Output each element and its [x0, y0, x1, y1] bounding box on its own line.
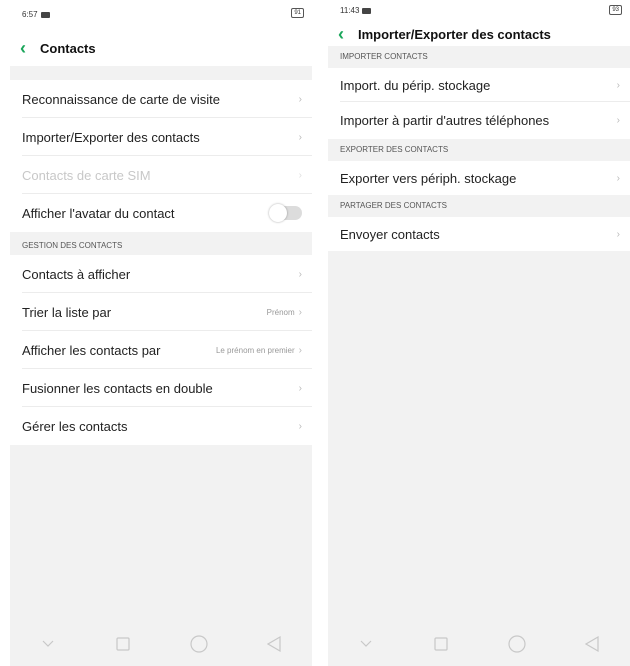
- row-sort-list-by[interactable]: Trier la liste par Prénom ›: [10, 293, 312, 331]
- row-label: Reconnaissance de carte de visite: [22, 91, 221, 107]
- chevron-right-icon: ›: [298, 93, 302, 105]
- back-chevron-icon[interactable]: ‹: [338, 25, 358, 43]
- row-import-from-storage[interactable]: Import. du périp. stockage ›: [328, 68, 630, 102]
- row-label: Fusionner les contacts en double: [22, 380, 213, 396]
- square-icon[interactable]: [103, 629, 143, 659]
- row-label: Exporter vers périph. stockage: [340, 170, 517, 186]
- row-label: Importer à partir d'autres téléphones: [340, 113, 550, 128]
- row-label: Contacts de carte SIM: [22, 167, 151, 183]
- status-bar: 6:57 91: [10, 0, 312, 30]
- row-value: Le prénom en premier: [215, 345, 295, 355]
- page-title: Importer/Exporter des contacts: [358, 26, 551, 42]
- toggle-knob: [269, 204, 287, 222]
- chevron-down-icon[interactable]: [28, 629, 68, 659]
- chevron-down-icon[interactable]: [346, 629, 386, 659]
- status-time-text: 6:57: [22, 10, 38, 19]
- notification-icon: [40, 11, 50, 18]
- chevron-right-icon: ›: [298, 420, 302, 432]
- row-import-export-contacts[interactable]: Importer/Exporter des contacts ›: [10, 118, 312, 156]
- title-bar: ‹ Contacts: [10, 30, 312, 66]
- chevron-right-icon: ›: [298, 268, 302, 280]
- title-bar: ‹ Importer/Exporter des contacts: [328, 22, 630, 46]
- row-show-avatar: Afficher l'avatar du contact: [10, 194, 312, 232]
- row-label: Afficher l'avatar du contact: [22, 205, 175, 221]
- row-value: Prénom: [266, 307, 295, 317]
- row-label: Import. du périp. stockage: [340, 77, 491, 93]
- status-time: 6:57: [22, 10, 50, 19]
- chevron-right-icon: ›: [298, 344, 302, 356]
- system-nav-bar: [10, 622, 312, 666]
- section-header-share: PARTAGER DES CONTACTS: [328, 195, 630, 217]
- row-import-from-other-phones[interactable]: Importer à partir d'autres téléphones ›: [328, 102, 630, 139]
- row-display-contacts-by[interactable]: Afficher les contacts par Le prénom en p…: [10, 331, 312, 369]
- chevron-right-icon: ›: [616, 172, 620, 184]
- row-export-to-storage[interactable]: Exporter vers périph. stockage ›: [328, 161, 630, 195]
- chevron-right-icon: ›: [616, 115, 620, 126]
- chevron-right-icon: ›: [616, 79, 620, 91]
- row-send-contacts[interactable]: Envoyer contacts ›: [328, 217, 630, 251]
- row-merge-duplicates[interactable]: Fusionner les contacts en double ›: [10, 369, 312, 407]
- section-header-export: EXPORTER DES CONTACTS: [328, 139, 630, 161]
- page-title: Contacts: [40, 40, 96, 56]
- row-label: Trier la liste par: [22, 304, 112, 320]
- circle-icon[interactable]: [497, 629, 537, 659]
- row-label: Afficher les contacts par: [22, 342, 161, 358]
- row-label: Envoyer contacts: [340, 226, 440, 242]
- battery-icon: 91: [291, 8, 304, 18]
- chevron-right-icon: ›: [298, 306, 302, 318]
- spacer: [10, 66, 312, 80]
- row-sim-contacts: Contacts de carte SIM ›: [10, 156, 312, 194]
- section-header-import: IMPORTER CONTACTS: [328, 46, 630, 68]
- import-export-screen: 11:43 93 ‹ Importer/Exporter des contact…: [328, 0, 630, 666]
- status-time-text: 11:43: [340, 6, 360, 15]
- row-label: Contacts à afficher: [22, 266, 131, 282]
- chevron-right-icon: ›: [298, 382, 302, 394]
- chevron-right-icon: ›: [298, 169, 302, 181]
- triangle-back-icon[interactable]: [572, 629, 612, 659]
- back-chevron-icon[interactable]: ‹: [20, 39, 40, 57]
- avatar-toggle[interactable]: [269, 204, 302, 222]
- status-time: 11:43: [340, 6, 372, 15]
- notification-icon: [362, 7, 372, 14]
- row-contacts-to-display[interactable]: Contacts à afficher ›: [10, 255, 312, 293]
- battery-icon: 93: [609, 5, 622, 15]
- circle-icon[interactable]: [179, 629, 219, 659]
- row-business-card-recognition[interactable]: Reconnaissance de carte de visite ›: [10, 80, 312, 118]
- row-label: Gérer les contacts: [22, 418, 128, 434]
- square-icon[interactable]: [421, 629, 461, 659]
- row-label: Importer/Exporter des contacts: [22, 129, 200, 145]
- system-nav-bar: [328, 622, 630, 666]
- contacts-settings-screen: 6:57 91 ‹ Contacts Reconnaissance de car…: [10, 0, 312, 666]
- section-header-gestion: GESTION DES CONTACTS: [10, 232, 312, 255]
- chevron-right-icon: ›: [298, 131, 302, 143]
- row-manage-contacts[interactable]: Gérer les contacts ›: [10, 407, 312, 445]
- status-bar: 11:43 93: [328, 0, 630, 22]
- chevron-right-icon: ›: [616, 228, 620, 240]
- triangle-back-icon[interactable]: [254, 629, 294, 659]
